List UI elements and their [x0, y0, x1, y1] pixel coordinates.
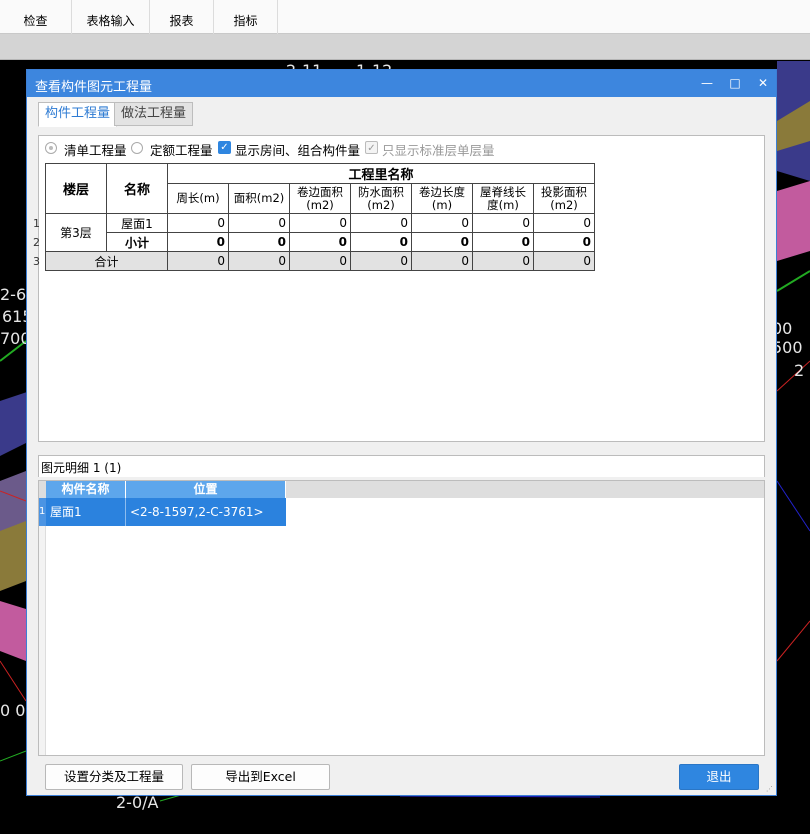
- cell-floor: 第3层: [45, 213, 107, 252]
- cell-value: 0: [350, 232, 412, 252]
- cell-value: 0: [533, 232, 595, 252]
- cad-label: 2: [794, 361, 805, 380]
- cell-value: 0: [472, 251, 534, 271]
- cell-value: 0: [533, 251, 595, 271]
- header-waterproof-area: 防水面积(m2): [350, 183, 412, 214]
- cell-value: 0: [167, 213, 229, 233]
- cell-value: 0: [289, 251, 351, 271]
- cell-name: 屋面1: [106, 213, 168, 233]
- minimize-icon[interactable]: —: [692, 70, 722, 97]
- toolbar-strip: [0, 34, 810, 60]
- row-number: 2: [33, 236, 40, 249]
- header-projected-area: 投影面积(m2): [533, 183, 595, 214]
- dialog-title: 查看构件图元工程量: [35, 80, 153, 95]
- radio-bill-quantity-label: 清单工程量: [64, 143, 127, 158]
- cell-value: 0: [472, 232, 534, 252]
- header-name: 名称: [106, 163, 168, 214]
- cell-value: 0: [289, 213, 351, 233]
- cell-name: 小计: [106, 232, 168, 252]
- row-gutter: [39, 526, 46, 755]
- tab-component-quantity[interactable]: 构件工程量: [38, 102, 118, 127]
- radio-quota-quantity[interactable]: [131, 142, 143, 154]
- detail-grid-header: 构件名称 位置: [39, 481, 764, 498]
- app-menu-bar: 检查 表格输入 报表 指标: [0, 0, 810, 34]
- checkbox-standard-floor-only-label: 只显示标准层单层量: [382, 143, 495, 158]
- header-quantity-group: 工程里名称: [167, 163, 595, 184]
- table-row-total[interactable]: 合计 0 0 0 0 0 0 0: [45, 251, 595, 271]
- export-excel-button[interactable]: 导出到Excel: [191, 764, 330, 790]
- header-ridge-length: 屋脊线长度(m): [472, 183, 534, 214]
- checkbox-standard-floor-only[interactable]: ✓: [365, 141, 378, 154]
- row-number: 1: [33, 217, 40, 230]
- detail-header: 图元明细 1 (1): [38, 455, 765, 477]
- detail-grid: 构件名称 位置 1 屋面1 <2-8-1597,2-C-3761>: [38, 480, 765, 756]
- cell-total-label: 合计: [45, 251, 168, 271]
- quantity-dialog: 查看构件图元工程量 — □ ✕ 构件工程量 做法工程量 清单工程量 定额工程量 …: [26, 69, 777, 796]
- maximize-icon[interactable]: □: [720, 70, 750, 97]
- dialog-titlebar[interactable]: 查看构件图元工程量 — □ ✕: [27, 70, 776, 97]
- cell-value: 0: [472, 213, 534, 233]
- cell-value: 0: [228, 251, 290, 271]
- cell-value: 0: [411, 251, 473, 271]
- header-perimeter: 周长(m): [167, 183, 229, 214]
- cell-value: 0: [167, 232, 229, 252]
- exit-button[interactable]: 退出: [679, 764, 759, 790]
- menu-table-input[interactable]: 表格输入: [72, 0, 150, 34]
- close-icon[interactable]: ✕: [748, 70, 778, 97]
- cell-value: 0: [167, 251, 229, 271]
- table-row-subtotal[interactable]: 小计 0 0 0 0 0 0 0: [46, 232, 595, 252]
- header-floor: 楼层: [45, 163, 107, 214]
- checkbox-show-room-component[interactable]: ✓: [218, 141, 231, 154]
- cell-value: 0: [411, 213, 473, 233]
- cell-position: <2-8-1597,2-C-3761>: [130, 505, 264, 519]
- cell-value: 0: [350, 251, 412, 271]
- quantity-panel: 清单工程量 定额工程量 ✓ 显示房间、组合构件量 ✓ 只显示标准层单层量 1 2…: [33, 135, 765, 442]
- cell-value: 0: [533, 213, 595, 233]
- cad-label: 00 500: [772, 319, 803, 357]
- menu-check[interactable]: 检查: [0, 0, 72, 34]
- cell-value: 0: [228, 232, 290, 252]
- menu-index[interactable]: 指标: [214, 0, 278, 34]
- radio-bill-quantity[interactable]: [45, 142, 57, 154]
- tab-method-quantity[interactable]: 做法工程量: [114, 102, 194, 126]
- set-classification-button[interactable]: 设置分类及工程量: [45, 764, 183, 790]
- cell-value: 0: [411, 232, 473, 252]
- menu-report[interactable]: 报表: [150, 0, 214, 34]
- radio-quota-quantity-label: 定额工程量: [150, 143, 213, 158]
- cad-label: 2-6: [0, 285, 27, 304]
- detail-row[interactable]: 屋面1 <2-8-1597,2-C-3761>: [46, 498, 286, 526]
- checkbox-show-room-component-label: 显示房间、组合构件量: [235, 143, 361, 158]
- cell-value: 0: [289, 232, 351, 252]
- header-curl-area: 卷边面积(m2): [289, 183, 351, 214]
- quantity-table: 楼层 名称 工程里名称 周长(m) 面积(m2) 卷边面积(m2) 防水面积(m…: [45, 163, 595, 271]
- header-area: 面积(m2): [228, 183, 290, 214]
- row-number: 3: [33, 255, 40, 268]
- header-curl-length: 卷边长度(m): [411, 183, 473, 214]
- cell-value: 0: [228, 213, 290, 233]
- header-position[interactable]: 位置: [126, 481, 286, 498]
- cell-component-name: 屋面1: [46, 498, 126, 526]
- row-index: 1: [39, 498, 46, 526]
- cell-value: 0: [350, 213, 412, 233]
- table-row[interactable]: 第3层 屋面1 0 0 0 0 0 0 0: [45, 213, 595, 252]
- resize-grip-icon[interactable]: ⋰: [766, 785, 774, 793]
- detail-title: 图元明细 1 (1): [41, 461, 122, 475]
- header-component-name[interactable]: 构件名称: [46, 481, 126, 498]
